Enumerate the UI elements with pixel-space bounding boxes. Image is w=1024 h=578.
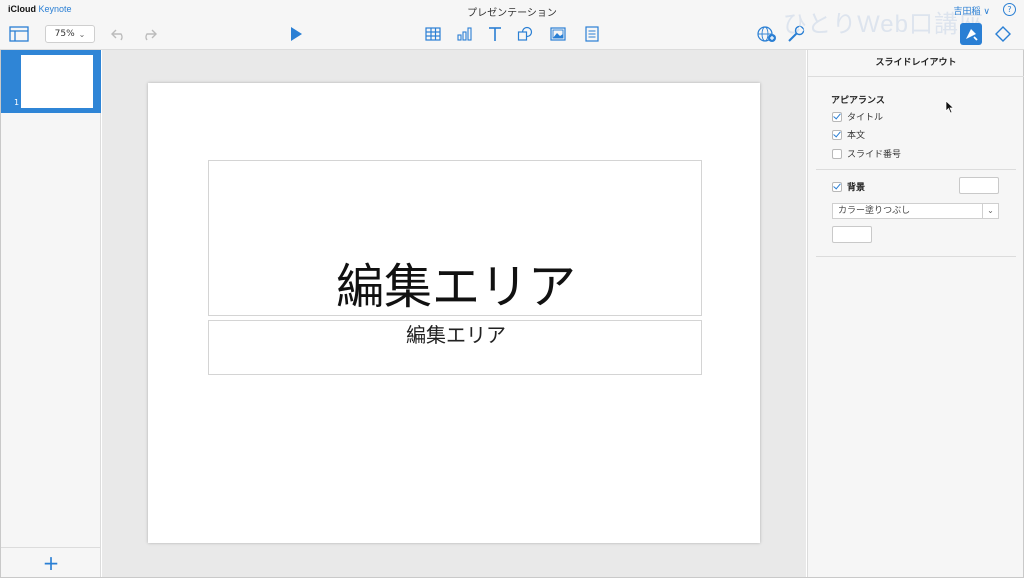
body-checkbox[interactable] [832, 129, 842, 140]
tools-icon [788, 25, 805, 42]
appearance-heading: アピアランス [831, 96, 885, 106]
add-slide-button[interactable]: + [43, 553, 60, 573]
body-option[interactable]: 本文 [832, 128, 865, 141]
undo-button[interactable] [108, 23, 130, 45]
chart-button[interactable] [454, 23, 476, 45]
chevron-down-icon: ⌄ [78, 29, 86, 39]
slide-number-option[interactable]: スライド番号 [832, 147, 901, 160]
zoom-select[interactable]: 75% ⌄ [45, 25, 95, 43]
slide-view-button[interactable] [8, 23, 30, 45]
slide-thumbnail-selected[interactable]: 1 [1, 50, 101, 113]
play-button[interactable] [285, 23, 307, 45]
redo-icon [145, 29, 157, 41]
background-checkbox[interactable] [832, 181, 842, 192]
table-button[interactable] [422, 23, 444, 45]
text-icon [489, 27, 501, 41]
table-icon [425, 27, 441, 41]
slide-thumbnail [21, 55, 93, 108]
fill-color-swatch[interactable] [832, 226, 872, 243]
media-button[interactable] [547, 23, 569, 45]
zoom-value: 75% [54, 29, 75, 39]
user-name: 吉田稲 [953, 7, 981, 17]
tools-button[interactable] [785, 23, 807, 45]
chevron-down-icon: ∨ [983, 7, 990, 17]
shape-button[interactable] [514, 23, 536, 45]
undo-icon [111, 29, 123, 41]
title-option[interactable]: タイトル [832, 110, 883, 123]
slide-body-text[interactable]: 編集エリア [209, 321, 703, 349]
body-placeholder[interactable]: 編集エリア [208, 320, 702, 375]
toolbar: iCloud Keynote プレゼンテーション ひとりWeb口講座 吉田稲 ∨… [0, 0, 1024, 50]
slide-view-icon [9, 26, 29, 42]
help-button[interactable]: ? [1003, 3, 1016, 16]
format-button[interactable] [960, 23, 982, 45]
chart-icon [457, 27, 472, 41]
background-label: 背景 [847, 183, 866, 193]
title-placeholder[interactable]: 編集エリア [208, 160, 702, 316]
comment-button[interactable] [581, 23, 603, 45]
chevron-down-icon: ⌄ [982, 204, 998, 218]
shape-icon [517, 26, 533, 41]
title-checkbox[interactable] [832, 111, 842, 122]
play-icon [291, 27, 302, 41]
slide-title-text[interactable]: 編集エリア [209, 259, 703, 315]
mouse-cursor-icon [945, 100, 955, 114]
title-option-label: タイトル [847, 113, 884, 123]
background-option[interactable]: 背景 [832, 180, 865, 193]
format-inspector: スライドレイアウト アピアランス タイトル 本文 スライド番号 背景 カラー塗り… [807, 50, 1024, 577]
fill-type-value: カラー塗りつぶし [838, 206, 911, 216]
background-color-well[interactable] [959, 177, 999, 194]
body-option-label: 本文 [847, 131, 866, 141]
inspector-title: スライドレイアウト [808, 50, 1024, 77]
format-icon [966, 29, 978, 41]
user-menu[interactable]: 吉田稲 ∨ [954, 4, 990, 17]
redo-button[interactable] [138, 23, 160, 45]
collaborate-button[interactable] [756, 23, 778, 45]
comment-icon [585, 26, 599, 42]
slide-canvas: 編集エリア 編集エリア [102, 50, 806, 577]
slide[interactable]: 編集エリア 編集エリア [148, 83, 760, 543]
animate-icon [995, 26, 1011, 42]
animate-button[interactable] [992, 23, 1014, 45]
slide-number-checkbox[interactable] [832, 148, 842, 159]
slide-number: 1 [14, 98, 20, 107]
navigator-footer: + [1, 547, 101, 577]
fill-type-select[interactable]: カラー塗りつぶし ⌄ [832, 203, 999, 219]
slide-navigator: 1 + [1, 50, 101, 577]
slide-number-option-label: スライド番号 [847, 150, 902, 160]
collaborate-icon [757, 26, 776, 42]
text-button[interactable] [484, 23, 506, 45]
section-divider [816, 169, 1016, 170]
media-icon [550, 27, 566, 41]
section-divider [816, 256, 1016, 257]
